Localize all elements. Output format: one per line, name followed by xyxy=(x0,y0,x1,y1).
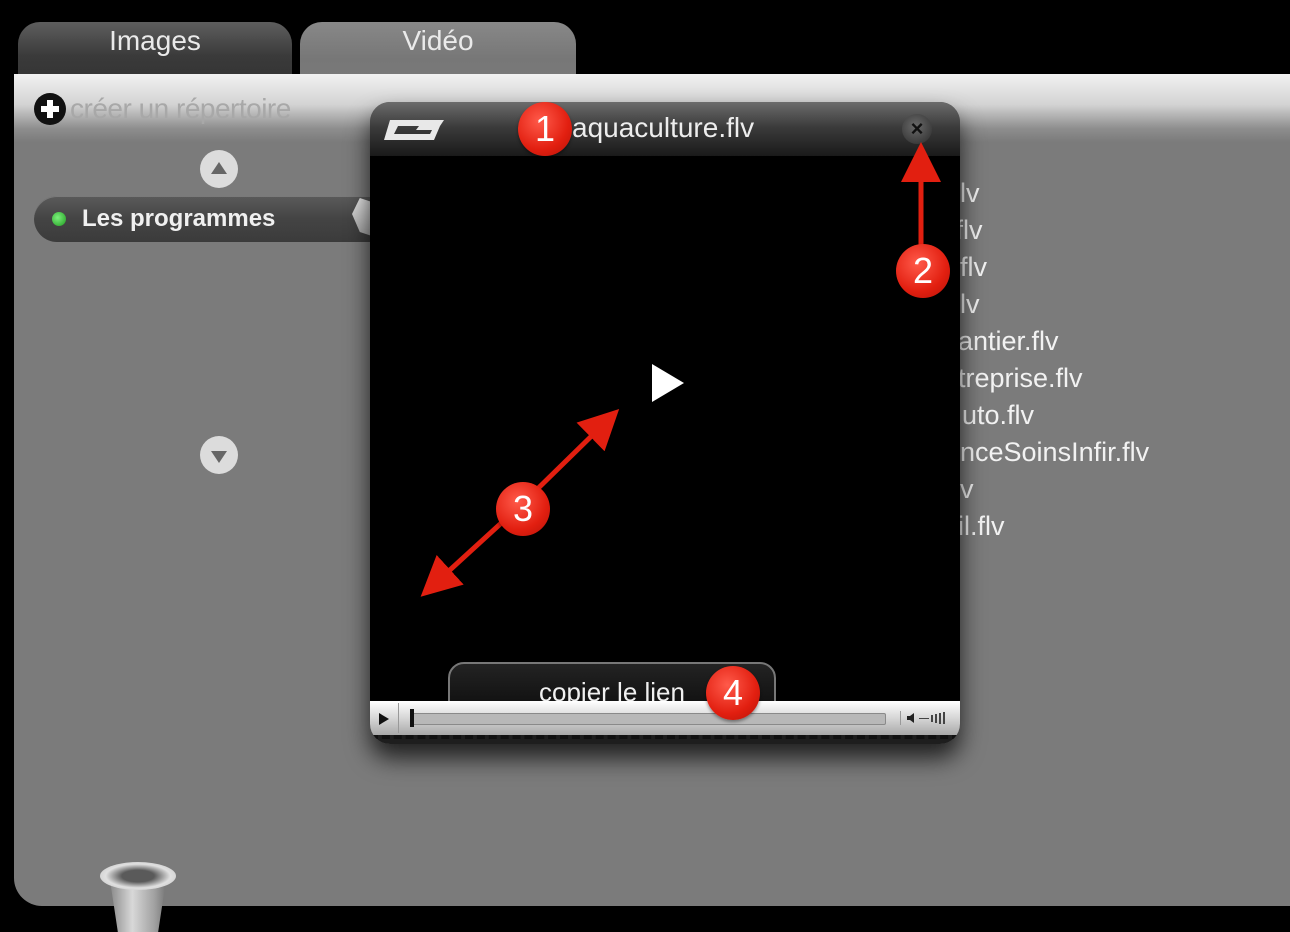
trash-rim xyxy=(100,862,176,890)
file-item[interactable]: treprise.flv xyxy=(958,363,1083,394)
plus-circle-icon xyxy=(34,93,66,125)
tab-video-label: Vidéo xyxy=(402,25,474,56)
file-item[interactable]: v xyxy=(960,474,974,505)
scroll-up-button[interactable] xyxy=(200,150,238,188)
video-popup: aquaculture.flv × copier le lien xyxy=(370,102,960,744)
popup-header: aquaculture.flv × xyxy=(370,102,960,156)
file-item[interactable]: uto.flv xyxy=(962,400,1034,431)
tab-images-label: Images xyxy=(109,25,201,56)
close-button[interactable]: × xyxy=(902,114,932,144)
volume-icon[interactable] xyxy=(900,711,949,725)
video-area[interactable] xyxy=(370,156,960,701)
file-item[interactable]: antier.flv xyxy=(958,326,1059,357)
create-directory-label: créer un répertoire xyxy=(70,93,291,124)
trash-icon[interactable] xyxy=(100,862,176,932)
file-item[interactable]: nceSoinsInfir.flv xyxy=(960,437,1149,468)
seek-bar[interactable] xyxy=(410,713,886,725)
brand-logo-icon xyxy=(384,120,444,140)
play-icon[interactable] xyxy=(652,364,684,402)
annotation-marker-3: 3 xyxy=(496,482,550,536)
popup-title: aquaculture.flv xyxy=(572,112,755,143)
annotation-marker-1: 1 xyxy=(518,102,572,156)
dashed-separator xyxy=(370,735,960,739)
arrow-down-icon xyxy=(211,450,227,463)
folder-item[interactable]: Les programmes xyxy=(34,196,378,242)
file-item[interactable]: il.flv xyxy=(958,511,1005,542)
file-item[interactable]: lv xyxy=(960,289,980,320)
close-icon: × xyxy=(910,116,924,141)
folder-label: Les programmes xyxy=(82,205,276,232)
file-item[interactable]: flv xyxy=(960,252,987,283)
annotation-marker-2: 2 xyxy=(896,244,950,298)
create-directory-button[interactable]: créer un répertoire xyxy=(34,92,291,126)
control-play-button[interactable] xyxy=(370,703,399,733)
scroll-down-button[interactable] xyxy=(200,436,238,474)
arrow-up-icon xyxy=(211,161,227,174)
seek-handle[interactable] xyxy=(410,709,414,727)
annotation-marker-4: 4 xyxy=(706,666,760,720)
status-dot-icon xyxy=(52,212,66,226)
control-bar xyxy=(370,701,960,735)
file-item[interactable]: lv xyxy=(960,178,980,209)
